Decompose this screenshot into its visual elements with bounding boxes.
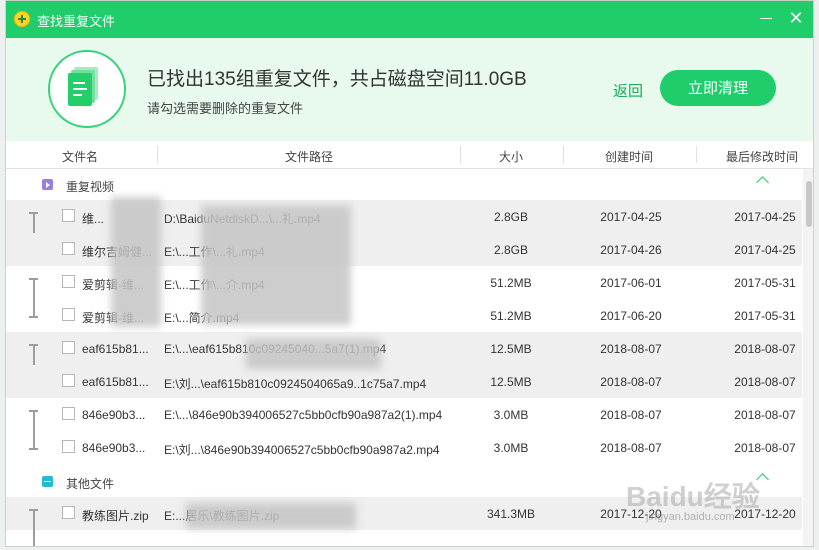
- file-name: eaf615b81...: [82, 342, 149, 356]
- column-header-modified[interactable]: 最后修改时间: [726, 148, 798, 165]
- chevron-up-icon[interactable]: [756, 176, 769, 189]
- created-time: 2018-08-07: [600, 408, 662, 422]
- redaction-blur: [201, 205, 351, 325]
- watermark-url: jingyan.baidu.com: [646, 511, 735, 523]
- column-header-name[interactable]: 文件名: [62, 148, 98, 165]
- back-link[interactable]: 返回: [613, 80, 643, 101]
- title-bar: 查找重复文件 ✕: [6, 1, 813, 38]
- file-name: 846e90b3...: [82, 408, 146, 422]
- other-file-icon: [42, 476, 53, 487]
- window-title: 查找重复文件: [37, 14, 116, 29]
- file-name: 846e90b3...: [82, 441, 146, 455]
- table-row[interactable]: eaf615b81... E:\刘...\eaf615b810c09245040…: [6, 365, 802, 398]
- modified-time: 2018-08-07: [734, 408, 796, 422]
- table-row[interactable]: eaf615b81... E:\...\eaf615b810c09245040.…: [6, 332, 802, 384]
- file-size: 2.8GB: [493, 210, 529, 224]
- file-size: 341.3MB: [486, 507, 536, 521]
- row-checkbox[interactable]: [62, 506, 75, 519]
- minimize-icon: [760, 18, 772, 19]
- app-window: 查找重复文件 ✕ 已找出135组重复文件，共占磁盘空间11.0GB 请勾选需要删…: [5, 0, 814, 547]
- file-size: 51.2MB: [490, 309, 532, 323]
- row-checkbox[interactable]: [62, 440, 75, 453]
- column-header-created[interactable]: 创建时间: [605, 148, 653, 165]
- file-size: 3.0MB: [493, 408, 529, 422]
- modified-time: 2017-05-31: [734, 309, 796, 323]
- app-logo-icon: [14, 11, 30, 27]
- close-button[interactable]: ✕: [783, 5, 809, 31]
- summary-header: 已找出135组重复文件，共占磁盘空间11.0GB 请勾选需要删除的重复文件 返回…: [6, 38, 813, 141]
- group-label: 其他文件: [66, 477, 115, 491]
- group-bracket: [29, 509, 41, 546]
- file-size: 51.2MB: [490, 276, 532, 290]
- file-size: 12.5MB: [490, 375, 532, 389]
- table-row[interactable]: 846e90b3... E:\...\846e90b394006527c5bb0…: [6, 398, 802, 450]
- modified-time: 2018-08-07: [734, 441, 796, 455]
- modified-time: 2017-04-25: [734, 210, 796, 224]
- table-header: 文件名 文件路径 大小 创建时间 最后修改时间: [6, 141, 813, 169]
- row-checkbox[interactable]: [62, 341, 75, 354]
- created-time: 2017-06-20: [600, 309, 662, 323]
- row-checkbox[interactable]: [62, 407, 75, 420]
- clean-now-button[interactable]: 立即清理: [660, 70, 776, 106]
- file-name: 教练图片.zip: [82, 509, 149, 523]
- file-path: E:\...\846e90b394006527c5bb0cfb90a987a2(…: [164, 408, 443, 422]
- column-header-path[interactable]: 文件路径: [285, 148, 333, 165]
- file-path: E:\刘...\eaf615b810c0924504065a9..1c75a7.…: [164, 377, 427, 391]
- file-name: eaf615b81...: [82, 375, 149, 389]
- modified-time: 2018-08-07: [734, 375, 796, 389]
- created-time: 2018-08-07: [600, 342, 662, 356]
- modified-time: 2017-05-31: [734, 276, 796, 290]
- row-checkbox[interactable]: [62, 308, 75, 321]
- row-checkbox[interactable]: [62, 242, 75, 255]
- summary-title: 已找出135组重复文件，共占磁盘空间11.0GB: [147, 69, 527, 90]
- group-header-videos[interactable]: 重复视频: [6, 169, 802, 199]
- column-header-size[interactable]: 大小: [499, 148, 523, 165]
- file-size: 2.8GB: [493, 243, 529, 257]
- created-time: 2018-08-07: [600, 375, 662, 389]
- file-size: 3.0MB: [493, 441, 529, 455]
- created-time: 2017-04-26: [600, 243, 662, 257]
- file-path: E:\刘...\846e90b394006527c5bb0cfb90a987a2…: [164, 443, 440, 457]
- group-label: 重复视频: [66, 180, 115, 194]
- summary-subtitle: 请勾选需要删除的重复文件: [147, 101, 304, 116]
- watermark-logo: Baidu经验: [626, 481, 760, 512]
- created-time: 2018-08-07: [600, 441, 662, 455]
- video-icon: [42, 179, 53, 190]
- modified-time: 2017-04-25: [734, 243, 796, 257]
- modified-time: 2018-08-07: [734, 342, 796, 356]
- table-row[interactable]: 846e90b3... E:\刘...\846e90b394006527c5bb…: [6, 431, 802, 464]
- created-time: 2017-06-01: [600, 276, 662, 290]
- minimize-button[interactable]: [753, 5, 779, 31]
- redaction-blur: [111, 197, 161, 327]
- file-size: 12.5MB: [490, 342, 532, 356]
- close-icon: ✕: [788, 8, 804, 28]
- row-checkbox[interactable]: [62, 374, 75, 387]
- row-checkbox[interactable]: [62, 209, 75, 222]
- duplicate-files-icon: [48, 50, 126, 128]
- row-checkbox[interactable]: [62, 275, 75, 288]
- redaction-blur: [186, 503, 356, 529]
- scrollbar-thumb[interactable]: [806, 181, 812, 227]
- created-time: 2017-04-25: [600, 210, 662, 224]
- redaction-blur: [246, 339, 381, 369]
